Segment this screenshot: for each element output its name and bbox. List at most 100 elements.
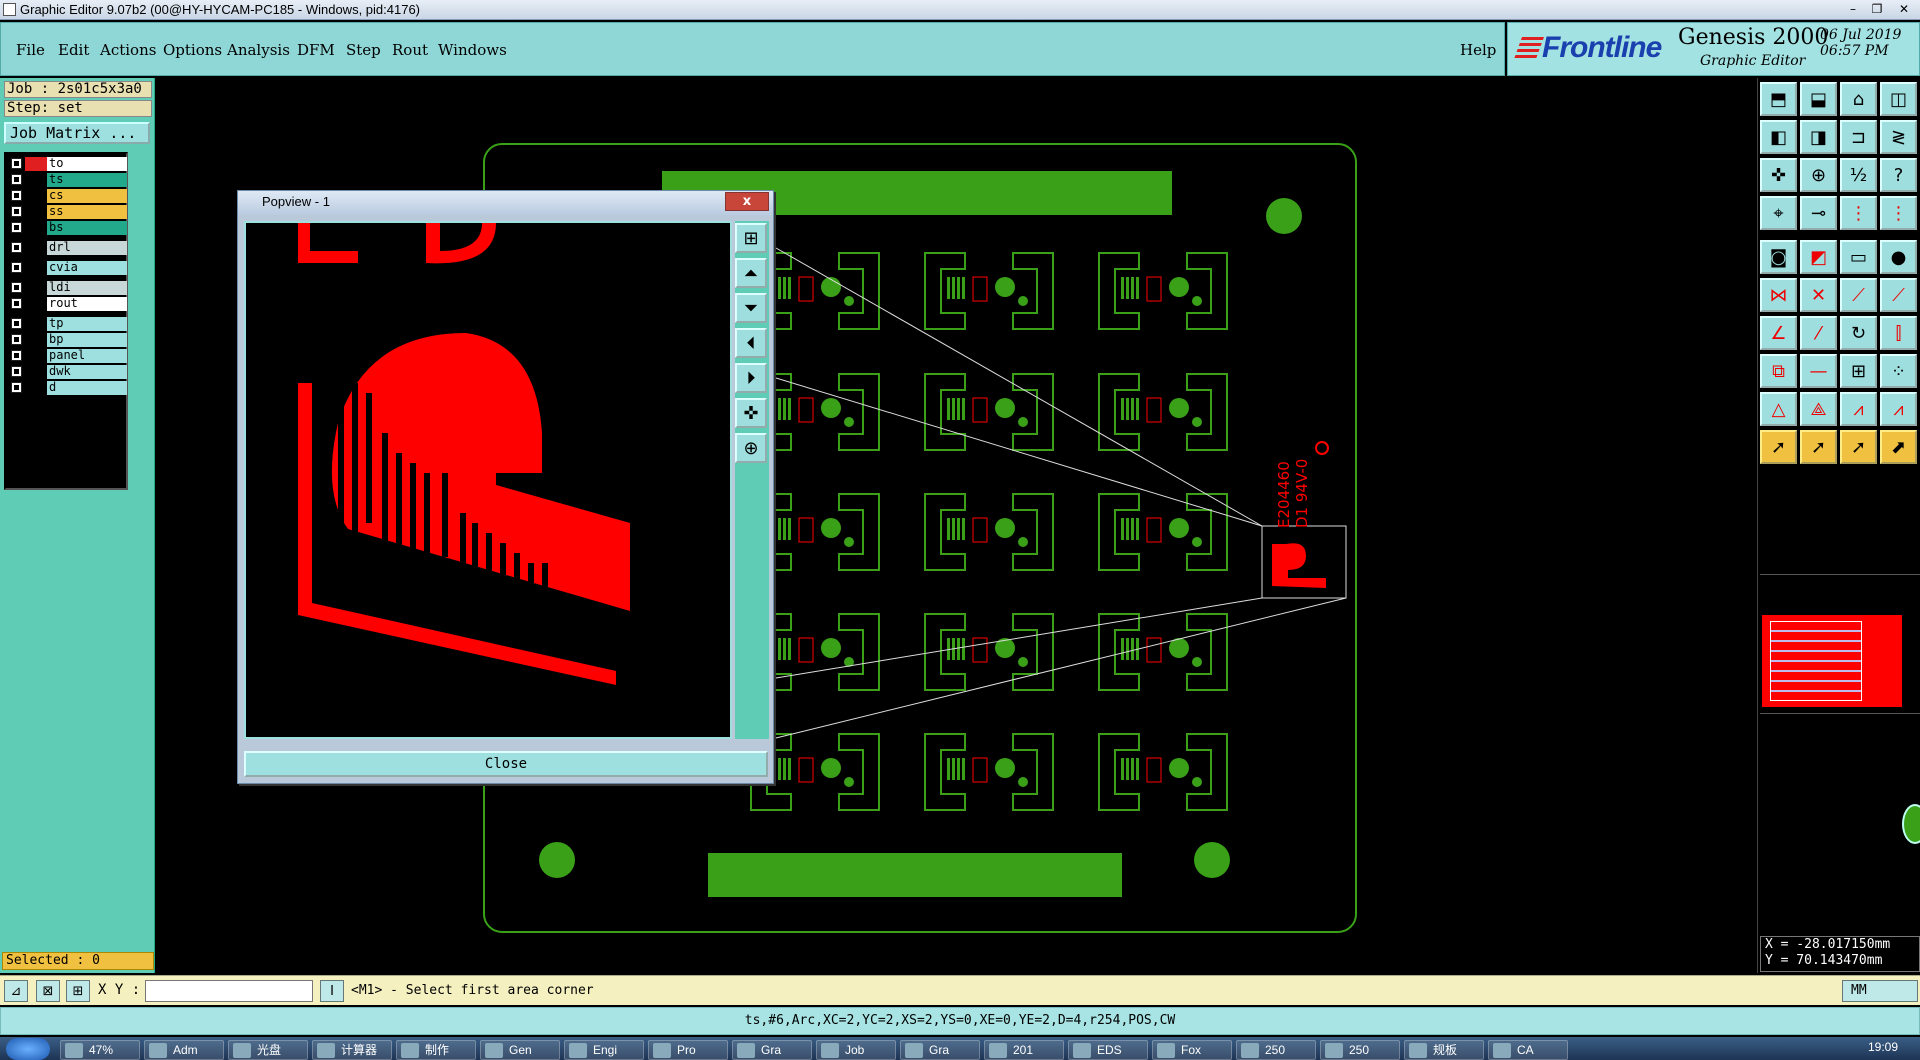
tool-node-alt-button[interactable]: ⟋ xyxy=(1880,278,1917,312)
tool-split-view-button[interactable]: ◫ xyxy=(1880,82,1917,116)
taskbar-item[interactable]: CA xyxy=(1488,1040,1568,1060)
tool-select-area-button[interactable]: ⬈ xyxy=(1880,430,1917,464)
menu-analysis[interactable]: Analysis xyxy=(227,41,290,59)
popview-window[interactable]: Popview - 1 x ⊞ ⏶ ⏷ ⏴ ⏵ ✜ ⊕ Close xyxy=(237,190,774,784)
layer-row[interactable]: dwk xyxy=(9,365,127,379)
layer-row[interactable]: rout xyxy=(9,297,127,311)
layer-name[interactable]: rout xyxy=(47,297,127,311)
layer-row[interactable]: tp xyxy=(9,317,127,331)
tool-fit-button[interactable]: ⊐ xyxy=(1840,120,1877,154)
tool-connect-button[interactable]: ⋈ xyxy=(1760,278,1797,312)
layer-name[interactable]: ts xyxy=(47,173,127,187)
pop-pan-down-button[interactable]: ⏷ xyxy=(735,293,767,323)
taskbar-item[interactable]: 计算器 xyxy=(312,1040,392,1060)
layer-checkbox[interactable] xyxy=(11,298,22,309)
layer-row[interactable]: bs xyxy=(9,221,127,235)
tool-help-button[interactable]: ? xyxy=(1880,158,1917,192)
layer-row[interactable]: ss xyxy=(9,205,127,219)
tool-arch-button[interactable]: ⩘ xyxy=(1840,392,1877,426)
layer-name[interactable]: drl xyxy=(47,241,127,255)
taskbar-item[interactable]: Fox xyxy=(1152,1040,1232,1060)
layer-checkbox[interactable] xyxy=(11,350,22,361)
tool-move-button[interactable]: ⧉ xyxy=(1760,354,1797,388)
snap-mode-button[interactable]: ⊿ xyxy=(4,980,28,1002)
close-window-button[interactable]: ✕ xyxy=(1890,0,1918,18)
layer-checkbox[interactable] xyxy=(11,318,22,329)
tool-measure-button[interactable]: ▭ xyxy=(1840,240,1877,274)
grid-toggle-button[interactable]: ⊞ xyxy=(66,980,90,1002)
taskbar-item[interactable]: Gen xyxy=(480,1040,560,1060)
tool-select-red-button[interactable]: ➚ xyxy=(1800,430,1837,464)
overview-panel[interactable] xyxy=(1760,574,1920,714)
tool-select-button[interactable]: ➚ xyxy=(1760,430,1797,464)
tool-snap-button[interactable]: ⌖ xyxy=(1760,196,1797,230)
layer-checkbox[interactable] xyxy=(11,242,22,253)
tool-cross-button[interactable]: ✕ xyxy=(1800,278,1837,312)
layer-checkbox[interactable] xyxy=(11,282,22,293)
popview-zoom-view[interactable] xyxy=(244,221,732,739)
layer-checkbox[interactable] xyxy=(11,158,22,169)
layer-name[interactable]: bp xyxy=(47,333,127,347)
tool-triangle-button[interactable]: △ xyxy=(1760,392,1797,426)
taskbar-item[interactable]: EDS xyxy=(1068,1040,1148,1060)
taskbar-item[interactable]: Gra xyxy=(900,1040,980,1060)
layer-checkbox[interactable] xyxy=(11,206,22,217)
minimize-button[interactable]: – xyxy=(1842,0,1864,18)
layer-name[interactable]: bs xyxy=(47,221,127,235)
layer-name[interactable]: to xyxy=(47,157,127,171)
taskbar-item[interactable]: Adm xyxy=(144,1040,224,1060)
menu-help[interactable]: Help xyxy=(1460,41,1496,59)
tool-line-button[interactable]: ∠ xyxy=(1760,316,1797,350)
taskbar-item[interactable]: Job xyxy=(816,1040,896,1060)
layer-name[interactable]: cvia xyxy=(47,261,127,275)
tool-pad-button[interactable]: ◙ xyxy=(1760,240,1797,274)
layer-row[interactable]: to xyxy=(9,157,127,171)
layer-name[interactable]: panel xyxy=(47,349,127,363)
layer-name[interactable]: ldi xyxy=(47,281,127,295)
tool-pan-left-button[interactable]: ◧ xyxy=(1760,120,1797,154)
taskbar-item[interactable]: 201 xyxy=(984,1040,1064,1060)
pop-pan-right-button[interactable]: ⏵ xyxy=(735,363,767,393)
pop-pan-up-button[interactable]: ⏶ xyxy=(735,258,767,288)
tool-pan-down-button[interactable]: ⬓ xyxy=(1800,82,1837,116)
info-toggle-button[interactable]: I xyxy=(320,980,344,1002)
tool-home-button[interactable]: ⌂ xyxy=(1840,82,1877,116)
layer-checkbox[interactable] xyxy=(11,222,22,233)
tool-pan-right-button[interactable]: ◨ xyxy=(1800,120,1837,154)
taskbar-item[interactable]: Pro xyxy=(648,1040,728,1060)
tool-zoom-in-button[interactable]: ✜ xyxy=(1760,158,1797,192)
taskbar-item[interactable]: 规板 xyxy=(1404,1040,1484,1060)
tool-align-button[interactable]: ⫿ xyxy=(1880,316,1917,350)
units-selector[interactable]: MM xyxy=(1842,980,1918,1002)
xy-input[interactable] xyxy=(145,980,313,1002)
layer-name[interactable]: cs xyxy=(47,189,127,203)
layer-checkbox[interactable] xyxy=(11,366,22,377)
layer-checkbox[interactable] xyxy=(11,262,22,273)
layer-row[interactable]: panel xyxy=(9,349,127,363)
tool-scale-button[interactable]: ½ xyxy=(1840,158,1877,192)
menu-dfm[interactable]: DFM xyxy=(297,41,335,59)
layer-row[interactable]: bp xyxy=(9,333,127,347)
tool-zoom-out-button[interactable]: ⊕ xyxy=(1800,158,1837,192)
taskbar-item[interactable]: 制作 xyxy=(396,1040,476,1060)
layer-name[interactable]: d xyxy=(47,381,127,395)
layer-checkbox[interactable] xyxy=(11,382,22,393)
popview-close-button[interactable]: Close xyxy=(244,751,768,777)
tool-surface-button[interactable]: ◩ xyxy=(1800,240,1837,274)
tool-pads-button[interactable]: ⁘ xyxy=(1880,354,1917,388)
layer-name[interactable]: tp xyxy=(47,317,127,331)
taskbar-item[interactable]: 250 xyxy=(1320,1040,1400,1060)
window-titlebar[interactable]: Graphic Editor 9.07b2 (00@HY-HYCAM-PC185… xyxy=(0,0,1920,20)
menu-actions[interactable]: Actions xyxy=(100,41,156,59)
tool-triangle-alt-button[interactable]: ⟁ xyxy=(1800,392,1837,426)
tool-layers-alt-button[interactable]: ⋮ xyxy=(1880,196,1917,230)
menu-step[interactable]: Step xyxy=(346,41,381,59)
tool-probe-button[interactable]: ⊸ xyxy=(1800,196,1837,230)
layer-row[interactable]: ldi xyxy=(9,281,127,295)
popview-titlebar[interactable]: Popview - 1 xyxy=(238,191,773,215)
taskbar-item[interactable]: 250 xyxy=(1236,1040,1316,1060)
menu-windows[interactable]: Windows xyxy=(438,41,507,59)
tool-slash-button[interactable]: ⁄ xyxy=(1800,316,1837,350)
job-matrix-button[interactable]: Job Matrix ... xyxy=(4,122,150,144)
menu-options[interactable]: Options xyxy=(163,41,222,59)
